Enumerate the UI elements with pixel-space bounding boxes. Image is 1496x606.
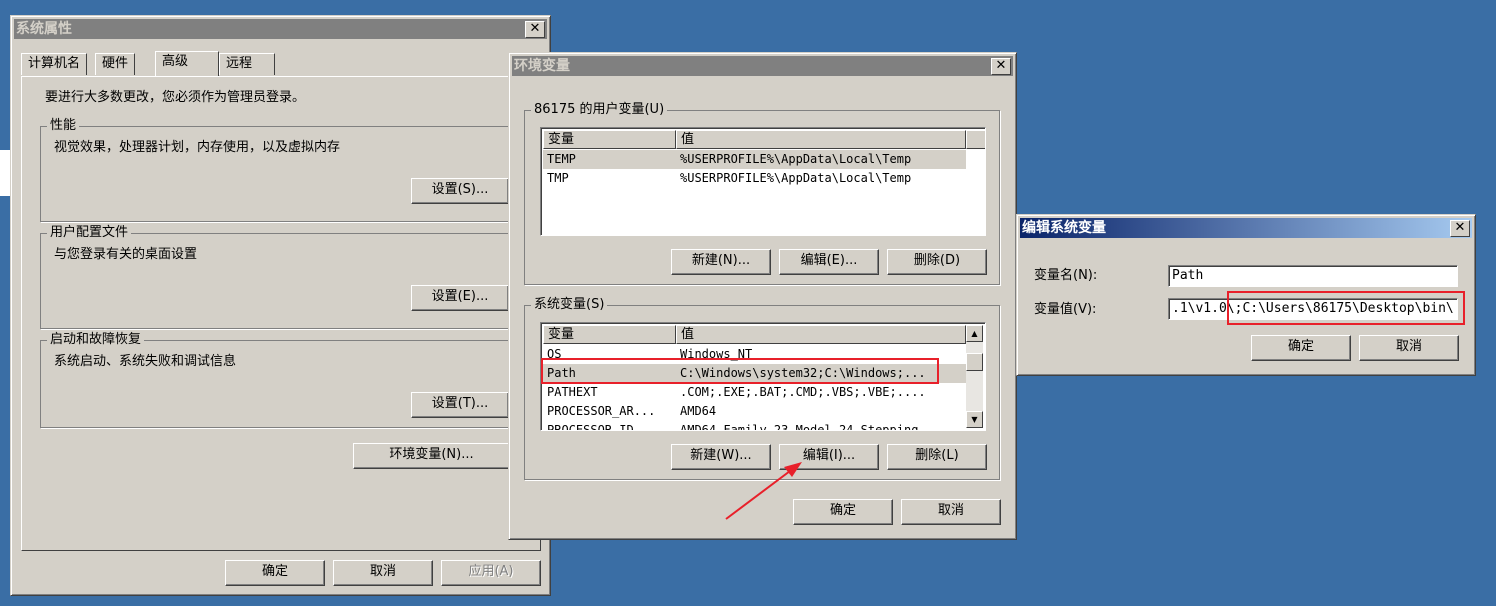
variable-value-field[interactable]: .1\v1.0\;C:\Users\86175\Desktop\bin\	[1168, 298, 1458, 320]
tab-hardware[interactable]: 硬件	[95, 53, 136, 75]
list-item[interactable]: OS Windows_NT	[543, 345, 966, 364]
performance-label: 性能	[47, 118, 80, 134]
variable-value-label: 变量值(V):	[1034, 302, 1097, 317]
list-item[interactable]: PROCESSOR_ID... AMD64 Family 23 Model 24…	[543, 421, 966, 431]
var-name: TEMP	[547, 152, 576, 166]
vertical-scrollbar[interactable]: ▲ ▼	[966, 325, 983, 428]
system-variables-label: 系统变量(S)	[531, 297, 608, 313]
edit-ok-button[interactable]: 确定	[1251, 335, 1351, 361]
list-header: 变量 值	[543, 325, 983, 344]
var-value: Windows_NT	[680, 347, 753, 361]
var-value: %USERPROFILE%\AppData\Local\Temp	[680, 152, 912, 166]
cancel-button[interactable]: 取消	[333, 560, 433, 586]
system-variables-list[interactable]: 变量 值 OS Windows_NT Path C:\Windows\syste…	[540, 322, 986, 431]
user-variables-list[interactable]: 变量 值 TEMP %USERPROFILE%\AppData\Local\Te…	[540, 127, 986, 236]
var-name: PATHEXT	[547, 385, 598, 399]
startup-recovery-group: 启动和故障恢复 系统启动、系统失败和调试信息 设置(T)...	[40, 332, 520, 428]
user-variables-label: 86175 的用户变量(U)	[531, 102, 668, 118]
apply-button[interactable]: 应用(A)	[441, 560, 541, 586]
annotation-arrow-icon	[725, 462, 802, 520]
close-icon[interactable]: ✕	[991, 58, 1011, 75]
tab-remote[interactable]: 远程	[219, 53, 275, 75]
tab-strip: 计算机名 硬件 高级 远程	[21, 51, 541, 77]
performance-group: 性能 视觉效果，处理器计划，内存使用，以及虚拟内存 设置(S)...	[40, 118, 520, 222]
scroll-down-icon[interactable]: ▼	[966, 411, 983, 428]
var-value: AMD64	[680, 404, 717, 418]
column-header-variable[interactable]: 变量	[543, 325, 676, 344]
user-profile-desc: 与您登录有关的桌面设置	[54, 247, 198, 262]
list-item[interactable]: TEMP %USERPROFILE%\AppData\Local\Temp	[543, 150, 966, 169]
user-profile-group: 用户配置文件 与您登录有关的桌面设置 设置(E)...	[40, 225, 520, 329]
list-item[interactable]: PROCESSOR_AR... AMD64	[543, 402, 966, 421]
close-icon[interactable]: ✕	[525, 21, 545, 38]
startup-recovery-desc: 系统启动、系统失败和调试信息	[54, 354, 237, 369]
var-name: PROCESSOR_AR...	[547, 404, 656, 418]
edit-system-variable-window: 编辑系统变量 ✕ 变量名(N): Path 变量值(V): .1\v1.0\;C…	[1016, 214, 1476, 376]
user-variables-group: 86175 的用户变量(U) 变量 值 TEMP %USERPROFILE%\A…	[524, 102, 1000, 285]
var-value: AMD64 Family 23 Model 24 Stepping	[680, 423, 919, 431]
admin-note: 要进行大多数更改，您必须作为管理员登录。	[45, 90, 306, 105]
window-title: 系统属性	[16, 21, 72, 37]
column-header-value[interactable]: 值	[676, 325, 966, 344]
user-profile-label: 用户配置文件	[47, 225, 132, 241]
scroll-thumb[interactable]	[966, 353, 983, 371]
system-variables-group: 系统变量(S) 变量 值 OS Windows_NT Path C:\Windo…	[524, 297, 1000, 480]
user-new-button[interactable]: 新建(N)...	[671, 249, 771, 275]
env-cancel-button[interactable]: 取消	[901, 499, 1001, 525]
environment-variables-titlebar[interactable]: 环境变量 ✕	[512, 56, 1013, 76]
performance-settings-button[interactable]: 设置(S)...	[411, 178, 509, 204]
user-profile-settings-button[interactable]: 设置(E)...	[411, 285, 509, 311]
edit-system-variable-titlebar[interactable]: 编辑系统变量 ✕	[1020, 218, 1472, 238]
var-name: Path	[547, 366, 576, 380]
list-header: 变量 值	[543, 130, 985, 149]
background-window-fragment	[0, 150, 10, 196]
variable-name-field[interactable]: Path	[1168, 265, 1458, 287]
tab-advanced[interactable]: 高级	[155, 51, 219, 76]
startup-recovery-settings-button[interactable]: 设置(T)...	[411, 392, 509, 418]
tab-computer-name[interactable]: 计算机名	[21, 53, 88, 75]
list-item[interactable]: Path C:\Windows\system32;C:\Windows;...	[543, 364, 966, 383]
column-header-filler	[966, 130, 985, 149]
ok-button[interactable]: 确定	[225, 560, 325, 586]
var-name: OS	[547, 347, 562, 361]
var-value: %USERPROFILE%\AppData\Local\Temp	[680, 171, 912, 185]
window-title: 编辑系统变量	[1022, 220, 1106, 236]
system-properties-titlebar[interactable]: 系统属性 ✕	[14, 19, 547, 39]
window-title: 环境变量	[514, 58, 570, 74]
system-delete-button[interactable]: 删除(L)	[887, 444, 987, 470]
var-name: TMP	[547, 171, 569, 185]
column-header-variable[interactable]: 变量	[543, 130, 676, 149]
list-item[interactable]: TMP %USERPROFILE%\AppData\Local\Temp	[543, 169, 966, 188]
var-name: PROCESSOR_ID...	[547, 423, 656, 431]
scroll-up-icon[interactable]: ▲	[966, 325, 983, 342]
var-value: C:\Windows\system32;C:\Windows;...	[680, 366, 926, 380]
list-item[interactable]: PATHEXT .COM;.EXE;.BAT;.CMD;.VBS;.VBE;..…	[543, 383, 966, 402]
system-properties-window: 系统属性 ✕ 计算机名 硬件 高级 远程 要进行大多数更改，您必须作为管理员登录…	[10, 15, 551, 596]
user-delete-button[interactable]: 删除(D)	[887, 249, 987, 275]
performance-desc: 视觉效果，处理器计划，内存使用，以及虚拟内存	[54, 140, 341, 155]
edit-cancel-button[interactable]: 取消	[1359, 335, 1459, 361]
column-header-value[interactable]: 值	[676, 130, 966, 149]
close-icon[interactable]: ✕	[1450, 220, 1470, 237]
variable-name-label: 变量名(N):	[1034, 268, 1098, 283]
environment-variables-button[interactable]: 环境变量(N)...	[353, 443, 510, 469]
startup-recovery-label: 启动和故障恢复	[47, 332, 145, 348]
user-edit-button[interactable]: 编辑(E)...	[779, 249, 879, 275]
var-value: .COM;.EXE;.BAT;.CMD;.VBS;.VBE;....	[680, 385, 926, 399]
